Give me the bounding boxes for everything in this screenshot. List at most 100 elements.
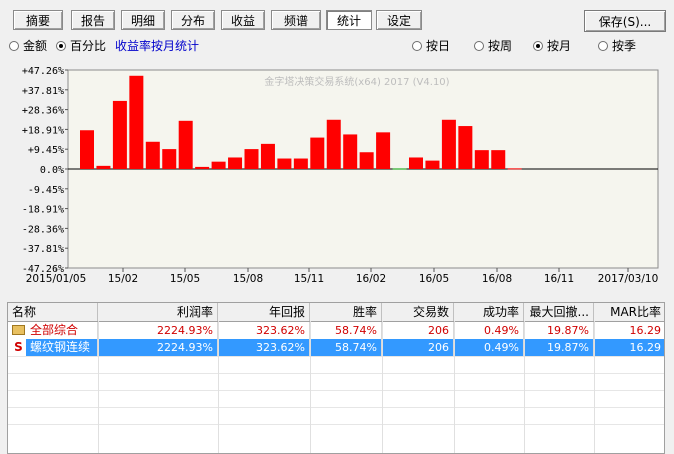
- bar: [425, 160, 440, 169]
- y-tick-label: -37.81%: [22, 244, 64, 255]
- s-icon: S: [14, 340, 23, 354]
- y-tick-label: +47.26%: [22, 66, 64, 77]
- x-tick-label: 16/05: [419, 273, 449, 285]
- bar: [376, 132, 391, 169]
- column-header[interactable]: 利润率: [98, 303, 218, 321]
- bar: [409, 157, 423, 169]
- row-value: 16.29: [594, 322, 664, 339]
- bar: [293, 158, 308, 169]
- bar: [195, 166, 210, 169]
- row-value: 206: [382, 322, 454, 339]
- grid-line: [8, 390, 664, 391]
- bar: [96, 165, 111, 169]
- folder-icon: [12, 325, 25, 335]
- y-tick-label: +9.45%: [28, 145, 64, 156]
- grid-line: [454, 321, 455, 453]
- row-value: 2224.93%: [98, 339, 218, 356]
- grid-line: [524, 321, 525, 453]
- column-header[interactable]: MAR比率: [594, 303, 664, 321]
- y-tick-label: -18.91%: [22, 205, 64, 216]
- row-value: 323.62%: [218, 322, 310, 339]
- column-header[interactable]: 名称: [8, 303, 98, 321]
- x-tick-label: 15/08: [233, 273, 263, 285]
- row-value: 19.87%: [524, 322, 594, 339]
- radio-dot-icon: [598, 41, 608, 51]
- bar: [507, 168, 522, 170]
- bar: [441, 119, 456, 169]
- bar: [359, 152, 374, 169]
- mode-percent-radio[interactable]: 百分比: [56, 38, 106, 54]
- grid-line: [218, 321, 219, 453]
- tab-7[interactable]: 设定: [376, 10, 422, 30]
- radio-dot-icon: [56, 41, 66, 51]
- x-tick-label: 2017/03/10: [598, 273, 659, 285]
- bar: [162, 149, 177, 169]
- bar: [80, 130, 94, 169]
- grid-line: [382, 321, 383, 453]
- tab-5[interactable]: 频谱: [271, 10, 321, 30]
- bar: [310, 137, 325, 169]
- column-header[interactable]: 最大回撤...: [524, 303, 594, 321]
- x-tick-label: 2015/01/05: [26, 273, 87, 285]
- grid-line: [594, 321, 595, 453]
- grid-line: [98, 321, 99, 453]
- results-table: 名称 利润率 年回报 胜率 交易数 成功率 最大回撤... MAR比率 全部综合 2224.93…: [7, 302, 665, 454]
- y-tick-label: +18.91%: [22, 125, 64, 136]
- column-header[interactable]: 胜率: [310, 303, 382, 321]
- period-week-radio[interactable]: 按周: [474, 38, 512, 54]
- bar: [129, 75, 144, 169]
- bar: [458, 126, 473, 169]
- tab-0[interactable]: 摘要: [13, 10, 63, 30]
- radio-dot-icon: [412, 41, 422, 51]
- period-month-radio[interactable]: 按月: [533, 38, 571, 54]
- row-name: 螺纹钢连续: [26, 339, 98, 356]
- bar: [343, 134, 358, 169]
- bar: [244, 149, 259, 169]
- table-row[interactable]: S 螺纹钢连续 2224.93% 323.62% 58.74% 206 0.49% 19.87…: [8, 339, 664, 356]
- x-tick-label: 16/11: [544, 273, 574, 285]
- radio-dot-icon: [533, 41, 543, 51]
- save-button[interactable]: 保存(S)...: [584, 10, 666, 32]
- chart-watermark: 金字塔决策交易系统(x64) 2017 (V4.10): [264, 75, 449, 88]
- y-tick-label: +28.36%: [22, 106, 64, 117]
- period-quarter-radio[interactable]: 按季: [598, 38, 636, 54]
- y-tick-label: 0.0%: [40, 165, 64, 176]
- bar: [260, 143, 275, 169]
- column-header[interactable]: 成功率: [454, 303, 524, 321]
- x-tick-label: 16/02: [356, 273, 386, 285]
- radio-dot-icon: [474, 41, 484, 51]
- grid-line: [8, 373, 664, 374]
- monthly-stats-link[interactable]: 收益率按月统计: [115, 38, 199, 54]
- x-tick-label: 15/05: [170, 273, 200, 285]
- x-tick-label: 15/02: [108, 273, 138, 285]
- tab-6[interactable]: 统计: [326, 10, 372, 30]
- x-tick-label: 15/11: [294, 273, 324, 285]
- y-tick-label: -28.36%: [22, 224, 64, 235]
- row-value: 19.87%: [524, 339, 594, 356]
- bar: [228, 157, 243, 169]
- column-header[interactable]: 交易数: [382, 303, 454, 321]
- mode-amount-radio[interactable]: 金额: [9, 38, 47, 54]
- row-value: 58.74%: [310, 339, 382, 356]
- grid-line: [8, 407, 664, 408]
- row-value: 16.29: [594, 339, 664, 356]
- y-tick-label: -9.45%: [28, 185, 64, 196]
- x-tick-label: 16/08: [482, 273, 512, 285]
- period-day-radio[interactable]: 按日: [412, 38, 450, 54]
- monthly-return-chart: +47.26% +37.81% +28.36% +18.91% +9.45% 0.0% -9…: [8, 60, 664, 288]
- row-value: 323.62%: [218, 339, 310, 356]
- radio-dot-icon: [9, 41, 19, 51]
- bar: [178, 120, 193, 169]
- bar: [112, 100, 127, 169]
- table-row[interactable]: 全部综合 2224.93% 323.62% 58.74% 206 0.49% 19.87% 1…: [8, 322, 664, 339]
- bar: [277, 158, 292, 169]
- tab-3[interactable]: 分布: [171, 10, 215, 30]
- tab-4[interactable]: 收益: [221, 10, 265, 30]
- y-tick-label: +37.81%: [22, 86, 64, 97]
- tab-2[interactable]: 明细: [121, 10, 165, 30]
- status-bar: [8, 447, 668, 454]
- tab-1[interactable]: 报告: [71, 10, 115, 30]
- column-header[interactable]: 年回报: [218, 303, 310, 321]
- row-value: 0.49%: [454, 339, 524, 356]
- grid-line: [8, 424, 664, 425]
